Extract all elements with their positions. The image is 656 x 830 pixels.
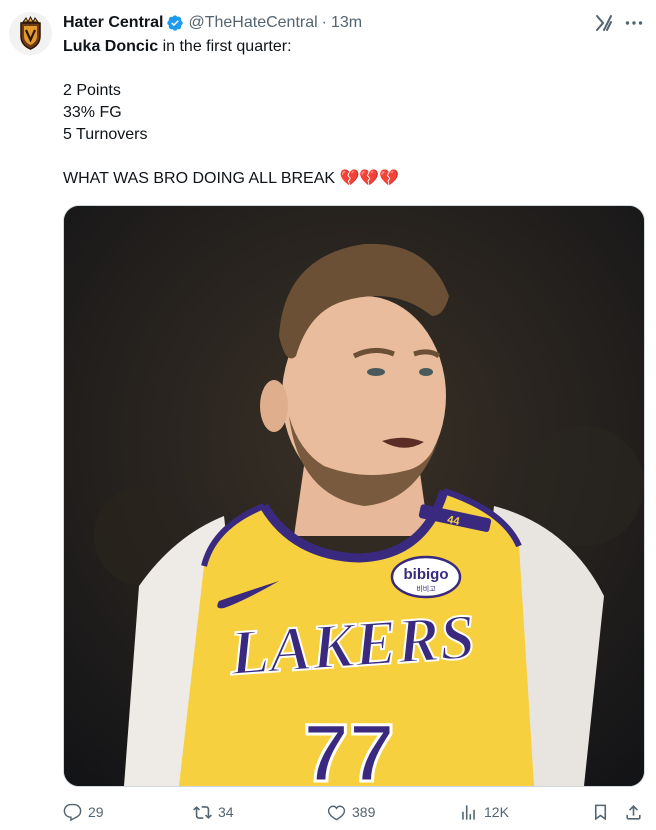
reply-count: 29 xyxy=(88,804,104,820)
stat-fg: 33% FG xyxy=(63,104,122,121)
repost-button[interactable]: 34 xyxy=(193,800,234,824)
timestamp[interactable]: 13m xyxy=(331,14,362,32)
action-bar: 29 34 389 12K xyxy=(63,800,645,824)
mention-name: Luka Doncic xyxy=(63,38,159,55)
repost-count: 34 xyxy=(218,804,234,820)
hater-central-logo xyxy=(9,12,52,55)
tweet-line-1: Luka Doncic in the first quarter: xyxy=(63,36,292,58)
avatar[interactable] xyxy=(9,12,52,55)
stat-points: 2 Points xyxy=(63,82,121,99)
display-name[interactable]: Hater Central xyxy=(63,14,163,32)
jersey-number: 77 xyxy=(303,708,394,786)
reply-icon xyxy=(63,803,82,822)
like-count: 389 xyxy=(352,804,376,820)
player-photo: 44 bibigo 비비고 LAKERS 77 xyxy=(64,206,644,786)
tweet-header: Hater Central @TheHateCentral · 13m xyxy=(63,12,362,34)
repost-icon xyxy=(193,803,212,822)
bookmark-button[interactable] xyxy=(591,800,610,824)
views-icon xyxy=(459,803,478,822)
views-count: 12K xyxy=(484,804,509,820)
more-icon[interactable] xyxy=(623,12,645,34)
handle[interactable]: @TheHateCentral xyxy=(188,14,317,32)
share-icon xyxy=(624,803,643,822)
like-button[interactable]: 389 xyxy=(327,800,375,824)
separator-dot: · xyxy=(321,14,327,31)
tweet-photo[interactable]: 44 bibigo 비비고 LAKERS 77 xyxy=(63,205,645,787)
reply-button[interactable]: 29 xyxy=(63,800,104,824)
tweet-closing: WHAT WAS BRO DOING ALL BREAK 💔💔💔 xyxy=(63,170,400,187)
views-button[interactable]: 12K xyxy=(459,800,509,824)
share-button[interactable] xyxy=(624,800,643,824)
bookmark-icon xyxy=(591,803,610,822)
stat-turnovers: 5 Turnovers xyxy=(63,126,148,143)
sponsor-text: bibigo xyxy=(404,566,449,583)
tweet-card[interactable]: Hater Central @TheHateCentral · 13m Luka… xyxy=(0,0,656,830)
sponsor-subtext: 비비고 xyxy=(416,584,436,593)
grok-icon[interactable] xyxy=(594,13,614,33)
like-icon xyxy=(327,803,346,822)
verified-badge-icon[interactable] xyxy=(166,14,184,32)
tweet-line-1-rest: in the first quarter: xyxy=(158,38,292,55)
